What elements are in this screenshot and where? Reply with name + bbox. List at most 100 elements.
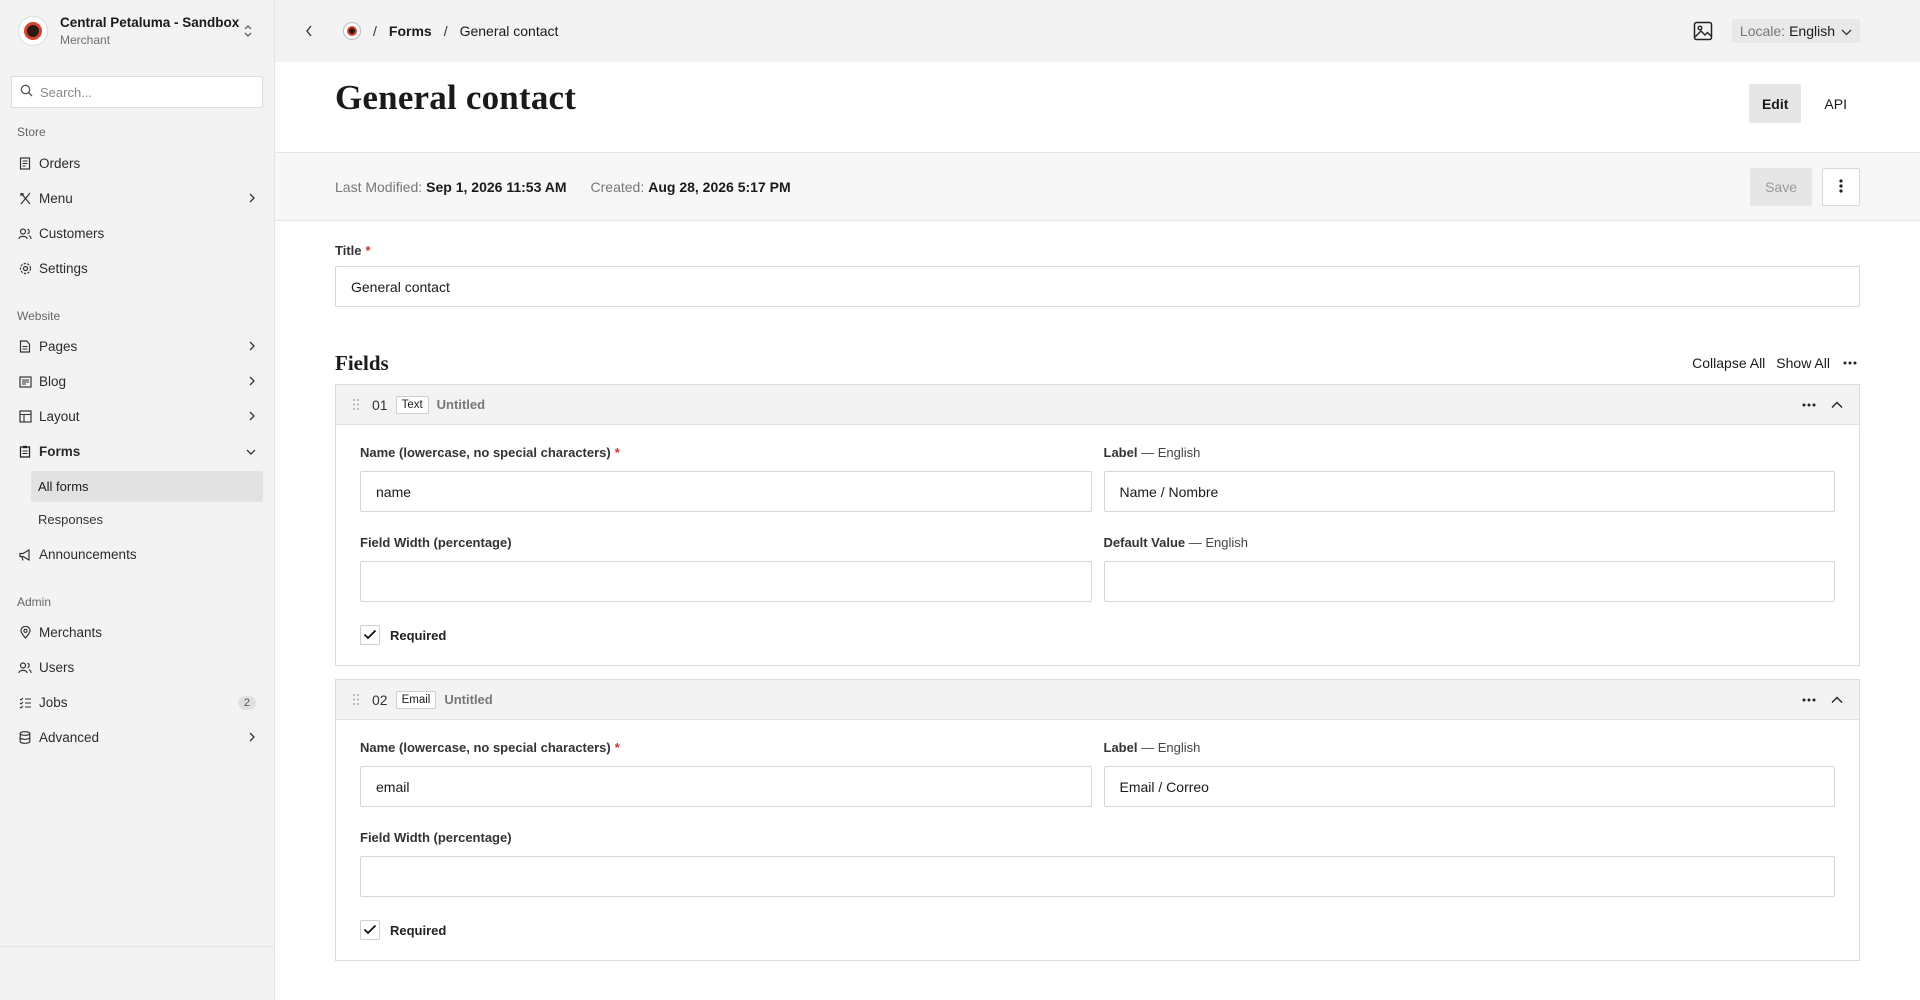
- save-button[interactable]: Save: [1750, 168, 1812, 206]
- tab-api[interactable]: API: [1811, 84, 1860, 123]
- field-width-input[interactable]: [360, 561, 1092, 602]
- search-icon: [20, 84, 33, 100]
- sidebar-item-orders[interactable]: Orders: [0, 146, 274, 181]
- field-card: 02 Email Untitled Name (lowercase, no sp…: [335, 679, 1860, 961]
- merchant-logo-icon[interactable]: [343, 22, 361, 40]
- collapse-all-button[interactable]: Collapse All: [1692, 355, 1765, 371]
- title-input[interactable]: [335, 266, 1860, 307]
- sidebar-item-customers[interactable]: Customers: [0, 216, 274, 251]
- layout-icon: [18, 410, 32, 424]
- field-name-input[interactable]: [360, 766, 1092, 807]
- document-meta: Last Modified: Sep 1, 2026 11:53 AM Creat…: [275, 153, 1920, 221]
- field-label-input[interactable]: [1103, 766, 1835, 807]
- users-icon: [18, 661, 32, 675]
- sidebar-item-users[interactable]: Users: [0, 650, 274, 685]
- chevron-down-icon: [1841, 23, 1852, 39]
- required-asterisk: *: [614, 740, 620, 755]
- breadcrumb-separator: /: [373, 23, 377, 39]
- chevron-up-down-icon[interactable]: [240, 23, 256, 39]
- sidebar-item-layout[interactable]: Layout: [0, 399, 274, 434]
- merchant-switcher[interactable]: Central Petaluma - Sandbox Merchant: [0, 0, 274, 62]
- sidebar-subitem-responses[interactable]: Responses: [31, 504, 263, 535]
- chevron-right-icon: [248, 339, 256, 354]
- locale-key: Locale:: [1739, 23, 1786, 39]
- field-number: 01: [372, 396, 388, 413]
- sidebar-item-pages[interactable]: Pages: [0, 329, 274, 364]
- sidebar-item-forms[interactable]: Forms: [0, 434, 274, 469]
- chevron-down-icon: [246, 444, 256, 459]
- chevron-right-icon: [248, 374, 256, 389]
- more-horizontal-icon[interactable]: [1799, 690, 1819, 710]
- sidebar-item-label: Orders: [39, 156, 81, 171]
- list-check-icon: [18, 696, 32, 710]
- sidebar-item-label: Settings: [39, 261, 88, 276]
- sidebar-item-label: Customers: [39, 226, 105, 241]
- sidebar-item-advanced[interactable]: Advanced: [0, 720, 274, 755]
- chevron-up-icon[interactable]: [1827, 690, 1847, 710]
- drag-handle-icon[interactable]: [350, 693, 362, 707]
- page-header: General contact Edit API: [275, 62, 1920, 153]
- sidebar-item-announcements[interactable]: Announcements: [0, 537, 274, 572]
- breadcrumb-forms-link[interactable]: Forms: [389, 23, 432, 39]
- more-horizontal-icon[interactable]: [1799, 395, 1819, 415]
- gear-icon: [18, 262, 32, 276]
- locale-select[interactable]: Locale: English: [1731, 19, 1860, 43]
- more-options-button[interactable]: [1822, 168, 1860, 206]
- field-card-header[interactable]: 02 Email Untitled: [336, 680, 1859, 720]
- fields-heading: Fields: [335, 350, 389, 375]
- merchant-name: Central Petaluma - Sandbox: [60, 15, 240, 30]
- show-all-button[interactable]: Show All: [1776, 355, 1830, 371]
- section-label-website: Website: [17, 309, 61, 323]
- back-arrow-icon[interactable]: [299, 21, 319, 41]
- topbar: / Forms / General contact Locale: Englis…: [275, 0, 1920, 62]
- breadcrumb-current: General contact: [459, 23, 559, 39]
- jobs-count-badge: 2: [237, 695, 256, 710]
- last-modified-value: Sep 1, 2026 11:53 AM: [426, 178, 567, 195]
- field-width-input[interactable]: [360, 856, 1835, 897]
- sidebar-item-label: Merchants: [39, 625, 103, 640]
- search-input[interactable]: [40, 84, 254, 100]
- created-label: Created:: [590, 178, 645, 195]
- locale-value: English: [1789, 23, 1835, 39]
- sidebar-item-label: Menu: [39, 191, 73, 206]
- sidebar-item-menu[interactable]: Menu: [0, 181, 274, 216]
- tab-edit[interactable]: Edit: [1748, 84, 1802, 123]
- sidebar: Central Petaluma - Sandbox Merchant Stor…: [0, 0, 275, 1000]
- field-name-label: Name (lowercase, no special characters) *: [360, 445, 620, 460]
- required-checkbox[interactable]: [360, 920, 380, 940]
- merchant-role: Merchant: [60, 33, 111, 47]
- image-icon[interactable]: [1690, 18, 1716, 44]
- page-title: General contact: [335, 78, 577, 117]
- sidebar-item-settings[interactable]: Settings: [0, 251, 274, 286]
- created-value: Aug 28, 2026 5:17 PM: [648, 178, 791, 195]
- drag-handle-icon[interactable]: [350, 398, 362, 412]
- sidebar-search[interactable]: [11, 76, 263, 108]
- field-width-label: Field Width (percentage): [360, 535, 512, 550]
- default-value-input[interactable]: [1103, 561, 1835, 602]
- receipt-icon: [18, 157, 32, 171]
- field-label-input[interactable]: [1103, 471, 1835, 512]
- breadcrumb-separator: /: [443, 23, 448, 39]
- users-icon: [18, 227, 32, 241]
- map-pin-icon: [18, 626, 32, 640]
- sidebar-item-label: Advanced: [39, 730, 100, 745]
- sidebar-item-blog[interactable]: Blog: [0, 364, 274, 399]
- more-horizontal-icon[interactable]: [1840, 355, 1860, 371]
- breadcrumb: / Forms / General contact: [343, 22, 558, 40]
- required-label: Required: [390, 922, 447, 938]
- field-type-badge: Email: [395, 690, 437, 709]
- title-field-label: Title *: [335, 243, 371, 258]
- more-vertical-icon: [1839, 178, 1843, 197]
- default-value-label: Default Value — English: [1103, 535, 1249, 550]
- section-label-admin: Admin: [17, 595, 52, 609]
- field-card-header[interactable]: 01 Text Untitled: [336, 385, 1859, 425]
- sidebar-item-jobs[interactable]: Jobs 2: [0, 685, 274, 720]
- required-checkbox[interactable]: [360, 625, 380, 645]
- sidebar-subitem-all-forms[interactable]: All forms: [31, 471, 263, 502]
- newspaper-icon: [18, 375, 32, 389]
- clipboard-icon: [18, 445, 32, 459]
- chevron-right-icon: [248, 191, 256, 206]
- field-name-input[interactable]: [360, 471, 1092, 512]
- chevron-up-icon[interactable]: [1827, 395, 1847, 415]
- sidebar-item-merchants[interactable]: Merchants: [0, 615, 274, 650]
